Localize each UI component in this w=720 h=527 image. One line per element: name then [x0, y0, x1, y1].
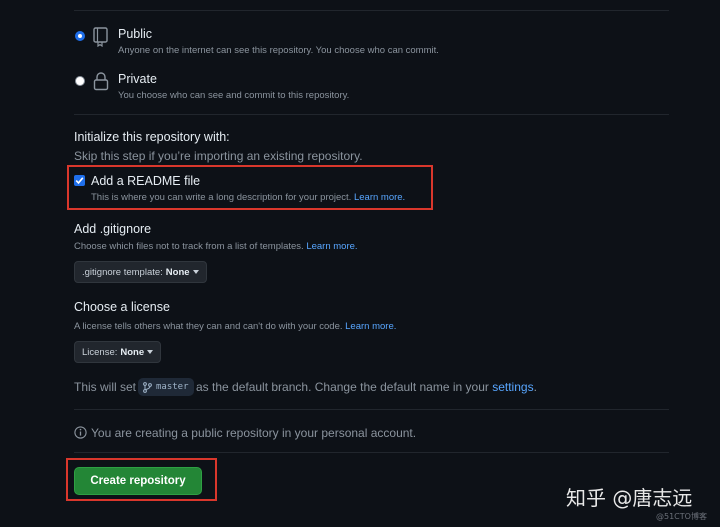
license-learn-more-link[interactable]: Learn more. — [345, 321, 396, 332]
readme-learn-more-link[interactable]: Learn more. — [354, 192, 405, 203]
zhihu-watermark: 知乎 @唐志远 — [566, 486, 693, 510]
public-label: Public — [118, 27, 153, 41]
branch-end: . — [533, 380, 537, 394]
license-dropdown-label: License: — [82, 346, 118, 358]
gitignore-dropdown-label: .gitignore template: — [82, 266, 163, 278]
repo-icon — [92, 27, 110, 52]
license-title: Choose a license — [74, 300, 170, 314]
gitignore-title: Add .gitignore — [74, 222, 152, 236]
private-label: Private — [118, 72, 157, 86]
gitignore-description-text: Choose which files not to track from a l… — [74, 241, 304, 252]
divider — [74, 409, 669, 410]
private-radio[interactable] — [75, 76, 85, 86]
public-radio[interactable] — [75, 31, 85, 41]
license-dropdown-value: None — [120, 346, 145, 358]
readme-label[interactable]: Add a README file — [91, 174, 200, 188]
branch-name: master — [156, 382, 189, 392]
initialize-title: Initialize this repository with: — [74, 130, 230, 144]
info-icon — [74, 426, 87, 444]
public-notice: You are creating a public repository in … — [91, 426, 417, 440]
license-description: A license tells others what they can and… — [74, 321, 396, 332]
readme-description-text: This is where you can write a long descr… — [91, 192, 352, 203]
cto-watermark: @51CTO博客 — [656, 512, 707, 521]
check-icon — [75, 177, 84, 185]
readme-checkbox[interactable] — [74, 175, 85, 186]
license-description-text: A license tells others what they can and… — [74, 321, 343, 332]
private-description: You choose who can see and commit to thi… — [118, 90, 350, 101]
lock-icon — [93, 71, 109, 96]
create-repository-button[interactable]: Create repository — [74, 467, 202, 495]
branch-name-badge: master — [138, 378, 194, 396]
settings-link[interactable]: settings — [492, 380, 533, 394]
caret-down-icon — [192, 270, 199, 274]
branch-suffix-text: as the default branch. Change the defaul… — [196, 380, 489, 394]
divider — [74, 114, 669, 115]
license-dropdown[interactable]: License: None — [74, 341, 162, 363]
gitignore-dropdown-value: None — [165, 266, 190, 278]
caret-down-icon — [147, 350, 154, 354]
git-branch-icon — [143, 381, 152, 393]
gitignore-dropdown[interactable]: .gitignore template: None — [74, 261, 207, 283]
divider — [74, 452, 669, 453]
readme-description: This is where you can write a long descr… — [91, 192, 405, 203]
gitignore-description: Choose which files not to track from a l… — [74, 241, 358, 252]
gitignore-learn-more-link[interactable]: Learn more. — [306, 241, 357, 252]
initialize-subtitle: Skip this step if you’re importing an ex… — [74, 149, 363, 163]
branch-suffix: as the default branch. Change the defaul… — [196, 380, 537, 394]
public-description: Anyone on the internet can see this repo… — [118, 45, 439, 56]
divider — [74, 10, 669, 11]
branch-prefix: This will set — [74, 380, 137, 394]
